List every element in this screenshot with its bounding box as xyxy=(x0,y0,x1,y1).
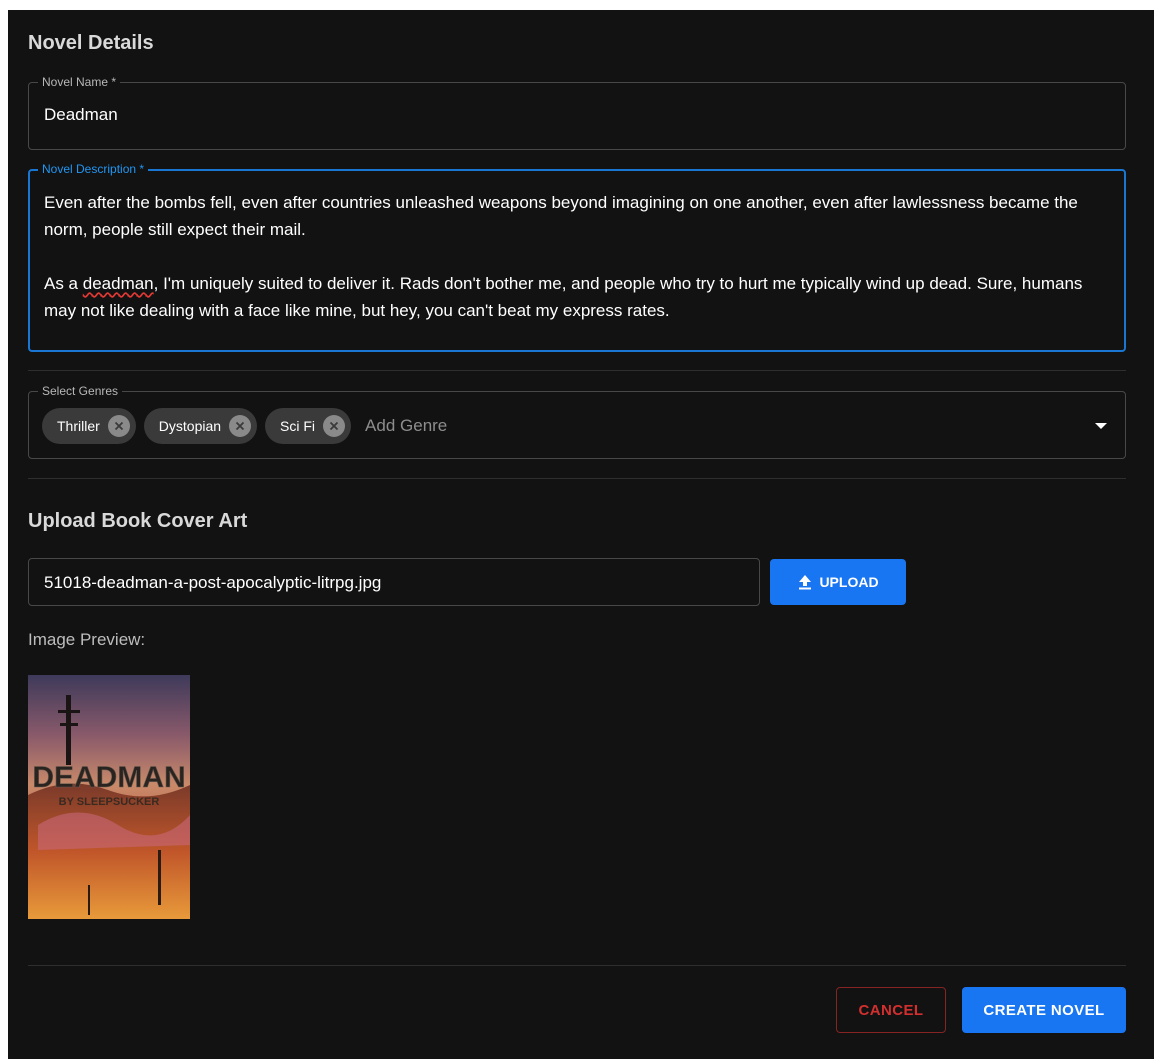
genre-chip-dystopian[interactable]: Dystopian xyxy=(143,408,258,444)
cover-file-name: 51018-deadman-a-post-apocalyptic-litrpg.… xyxy=(44,573,382,592)
create-novel-dialog: Novel Details Novel Name * Deadman Novel… xyxy=(8,10,1154,1059)
cover-preview-image: DEADMAN BY SLEEPSUCKER xyxy=(28,675,190,919)
add-genre-input[interactable]: Add Genre xyxy=(365,416,447,436)
divider xyxy=(28,370,1126,371)
divider xyxy=(28,478,1126,479)
cancel-button[interactable]: CANCEL xyxy=(836,987,946,1033)
chip-label: Dystopian xyxy=(158,418,222,434)
cover-file-input[interactable]: 51018-deadman-a-post-apocalyptic-litrpg.… xyxy=(28,558,760,606)
chip-delete-icon[interactable] xyxy=(323,415,346,437)
genre-chip-scifi[interactable]: Sci Fi xyxy=(265,408,352,444)
upload-button-label: UPLOAD xyxy=(819,574,879,590)
description-paragraph-2: As a deadman, I'm uniquely suited to del… xyxy=(44,274,1088,320)
image-preview-label: Image Preview: xyxy=(28,630,146,649)
cover-title-text: DEADMAN xyxy=(32,761,185,794)
genres-select[interactable]: Select Genres Thriller Dystopian Sci Fi xyxy=(28,384,1126,459)
chevron-down-icon[interactable] xyxy=(1095,423,1107,429)
cover-author-text: BY SLEEPSUCKER xyxy=(59,796,160,808)
novel-description-label: Novel Description * xyxy=(38,162,149,176)
chip-delete-icon[interactable] xyxy=(229,415,252,437)
divider xyxy=(28,965,1126,966)
novel-description-field[interactable]: Novel Description * Even after the bombs… xyxy=(28,162,1126,352)
chip-label: Sci Fi xyxy=(280,418,316,434)
novel-name-label: Novel Name * xyxy=(38,75,121,89)
upload-icon xyxy=(797,574,813,590)
genre-chip-thriller[interactable]: Thriller xyxy=(42,408,136,444)
novel-description-text[interactable]: Even after the bombs fell, even after co… xyxy=(44,189,1110,324)
create-novel-button[interactable]: CREATE NOVEL xyxy=(962,987,1126,1033)
upload-button[interactable]: UPLOAD xyxy=(770,559,906,605)
chip-label: Thriller xyxy=(57,418,100,434)
novel-details-title: Novel Details xyxy=(28,32,154,54)
chip-delete-icon[interactable] xyxy=(107,415,130,437)
novel-name-value[interactable]: Deadman xyxy=(44,105,118,125)
upload-title: Upload Book Cover Art xyxy=(28,510,248,532)
genres-label: Select Genres xyxy=(38,384,123,398)
genre-chips: Thriller Dystopian Sci Fi Add Genre xyxy=(42,408,447,444)
novel-name-field[interactable]: Novel Name * Deadman xyxy=(28,75,1126,150)
misspelled-word[interactable]: deadman xyxy=(83,274,154,293)
description-paragraph-1: Even after the bombs fell, even after co… xyxy=(44,193,1083,239)
